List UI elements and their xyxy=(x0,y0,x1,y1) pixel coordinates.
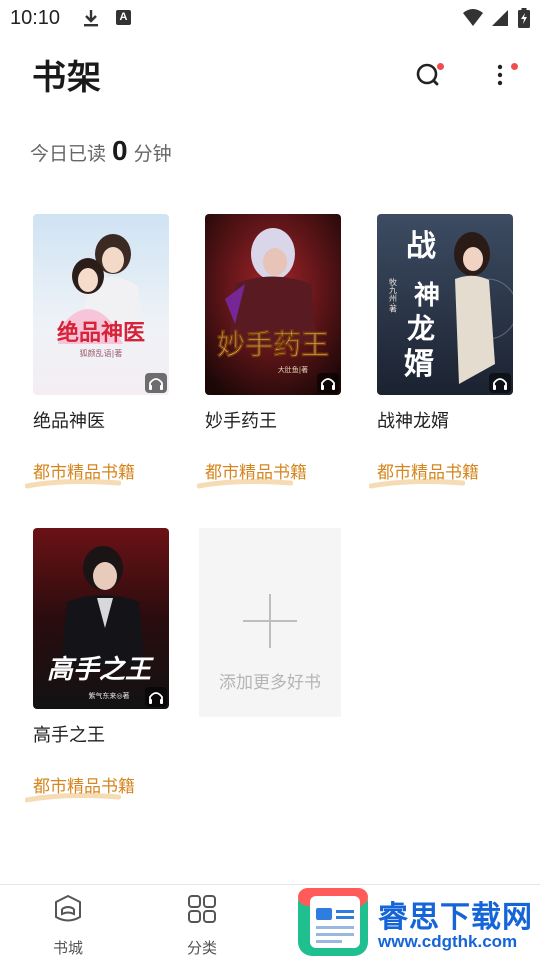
status-bar: 10:10 A xyxy=(0,0,540,36)
book-title: 绝品神医 xyxy=(33,411,105,432)
notification-dot xyxy=(437,63,444,70)
font-app-icon: A xyxy=(116,10,131,25)
book-cover-art: 妙手药王 大肚鱼|著 xyxy=(205,214,341,395)
book-cover[interactable]: 妙手药王 大肚鱼|著 xyxy=(205,214,341,395)
today-read-label: 今日已读 xyxy=(30,143,107,165)
book-tag-label: 都市精品书籍 xyxy=(33,777,135,797)
headphones-icon xyxy=(149,692,163,704)
book-cover[interactable]: 战 神 龙 婿 牧九州·著 xyxy=(377,214,513,395)
audiobook-badge xyxy=(489,373,511,393)
cover-title-text: 绝品神医 xyxy=(57,320,145,346)
book-cover[interactable]: 高手之王 紫气东来◎著 xyxy=(33,528,169,709)
audiobook-badge xyxy=(145,687,167,707)
book-tag-label: 都市精品书籍 xyxy=(33,463,135,483)
download-icon xyxy=(84,10,98,27)
cover-author-text: 大肚鱼|著 xyxy=(278,365,308,374)
add-more-books-button[interactable]: 添加更多好书 xyxy=(199,528,341,717)
watermark-logo-icon xyxy=(298,888,368,956)
signal-icon xyxy=(492,10,508,26)
nav-item-category[interactable]: 分类 xyxy=(162,893,242,957)
notification-dot xyxy=(511,63,518,70)
book-cover-art: 绝品神医 狐颜乱语|著 xyxy=(33,214,169,395)
watermark: 睿思下载网 www.cdgthk.com xyxy=(296,886,540,960)
status-time: 10:10 xyxy=(10,7,61,29)
book-card[interactable]: 战 神 龙 婿 牧九州·著 战神龙婿 都市精品书籍 xyxy=(369,214,513,489)
cover-title-char: 战 xyxy=(406,229,436,264)
book-tag-label: 都市精品书籍 xyxy=(205,463,307,483)
book-card[interactable]: 妙手药王 大肚鱼|著 妙手药王 都市精品书籍 xyxy=(197,214,341,489)
page-title: 书架 xyxy=(32,58,102,98)
plus-icon xyxy=(243,594,297,648)
nav-item-bookstore[interactable]: 书城 xyxy=(28,893,108,957)
battery-icon xyxy=(518,8,530,28)
cover-author-text: 紫气东来◎著 xyxy=(88,691,129,700)
book-tag-label: 都市精品书籍 xyxy=(377,463,479,483)
watermark-title: 睿思下载网 xyxy=(378,900,533,935)
search-icon xyxy=(416,63,439,86)
book-card[interactable]: 绝品神医 狐颜乱语|著 绝品神医 都市精品书籍 xyxy=(25,214,169,489)
cover-title-text: 高手之王 xyxy=(47,655,154,685)
category-grid-icon xyxy=(188,895,216,923)
search-button[interactable] xyxy=(410,56,446,92)
book-title: 妙手药王 xyxy=(205,411,277,432)
book-cover-art: 高手之王 紫气东来◎著 xyxy=(33,528,169,709)
today-read-unit: 分钟 xyxy=(133,143,172,165)
bookstore-icon xyxy=(55,895,81,922)
add-more-books-label: 添加更多好书 xyxy=(219,673,321,693)
wifi-icon xyxy=(463,9,483,26)
book-tag[interactable]: 都市精品书籍 xyxy=(25,772,135,803)
more-vertical-icon xyxy=(497,64,503,86)
header: 书架 xyxy=(0,48,540,102)
book-card[interactable]: 高手之王 紫气东来◎著 高手之王 都市精品书籍 xyxy=(25,528,169,803)
audiobook-badge xyxy=(145,373,167,393)
book-title: 战神龙婿 xyxy=(377,411,449,432)
headphones-icon xyxy=(493,378,507,390)
nav-label: 分类 xyxy=(186,939,217,957)
book-title: 高手之王 xyxy=(33,725,105,746)
watermark-url: www.cdgthk.com xyxy=(378,932,518,951)
cover-title-char: 婿 xyxy=(404,347,434,382)
today-read-count: 0 xyxy=(112,135,128,166)
cover-title-text: 妙手药王 xyxy=(217,328,329,361)
headphones-icon xyxy=(149,378,163,390)
book-tag[interactable]: 都市精品书籍 xyxy=(197,458,307,489)
more-menu-button[interactable] xyxy=(484,56,520,92)
book-cover-art: 战 神 龙 婿 牧九州·著 xyxy=(377,214,513,395)
nav-label: 书城 xyxy=(52,939,83,957)
cover-title-char: 神 xyxy=(414,281,440,311)
cover-title-char: 龙 xyxy=(407,312,435,345)
book-cover[interactable]: 绝品神医 狐颜乱语|著 xyxy=(33,214,169,395)
book-tag[interactable]: 都市精品书籍 xyxy=(25,458,135,489)
headphones-icon xyxy=(321,378,335,390)
audiobook-badge xyxy=(317,373,339,393)
book-tag[interactable]: 都市精品书籍 xyxy=(369,458,479,489)
today-read-summary: 今日已读 0 分钟 xyxy=(30,135,172,167)
cover-author-text: 狐颜乱语|著 xyxy=(80,348,123,358)
cover-author-text: 牧九州·著 xyxy=(389,277,398,314)
